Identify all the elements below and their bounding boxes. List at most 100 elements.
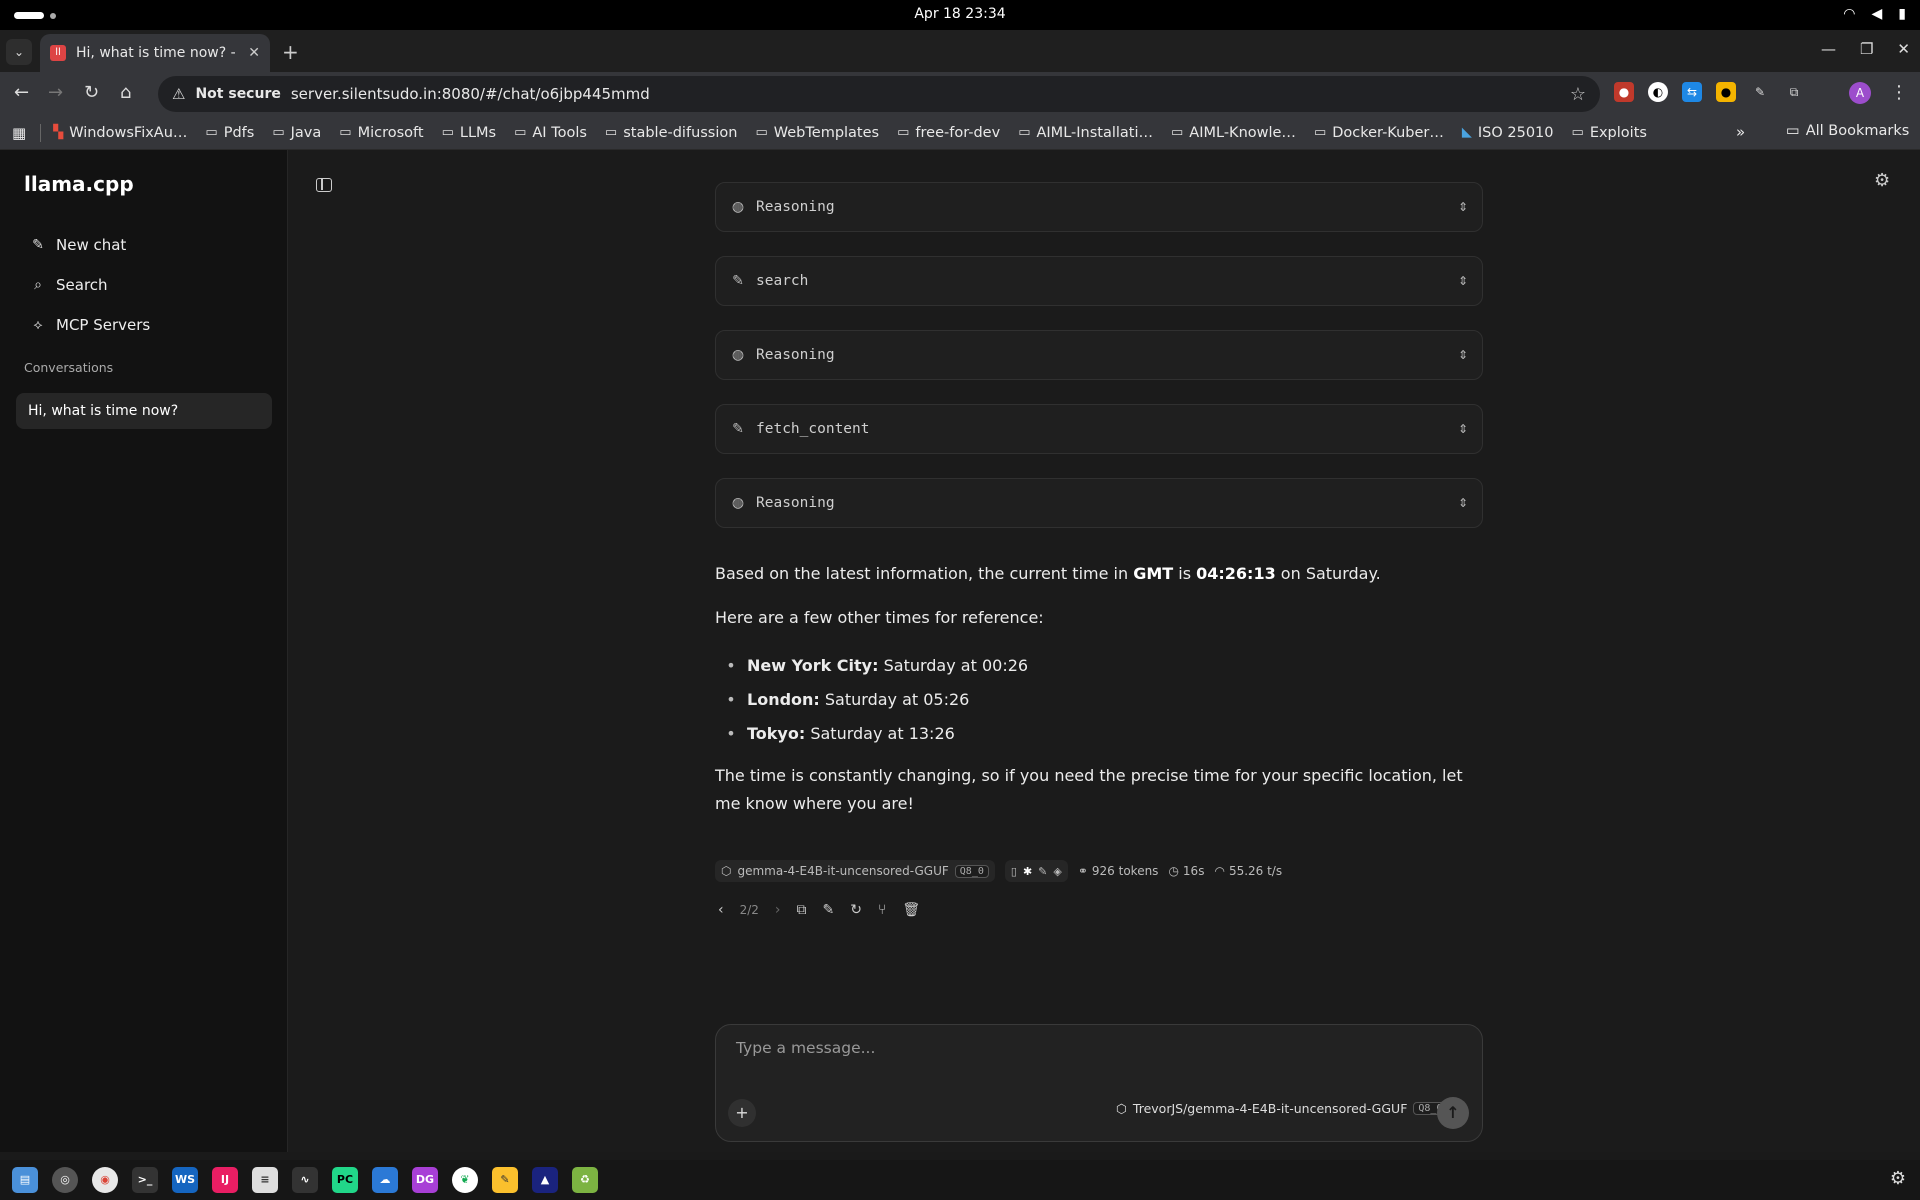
bookmark-item[interactable]: ▭ Java [272, 125, 321, 141]
close-tab-icon[interactable]: ✕ [248, 45, 260, 61]
bookmark-item[interactable]: ▭ Exploits [1572, 125, 1647, 141]
apps-grid-icon[interactable]: ▦ [12, 124, 26, 142]
nav-search[interactable]: ⌕ Search [30, 274, 270, 296]
folder-icon: ▭ [755, 125, 768, 140]
webstorm-app-icon[interactable]: WS [172, 1167, 198, 1193]
answer-text: on Saturday. [1275, 564, 1381, 583]
bookmark-item[interactable]: ▭ AIML-Knowle… [1171, 125, 1296, 141]
folder-icon: ▭ [1313, 125, 1327, 140]
bookmark-item[interactable]: ▭ Pdfs [205, 125, 254, 141]
chrome-app-icon[interactable]: ◉ [92, 1167, 118, 1193]
back-icon[interactable]: ← [14, 82, 29, 103]
pycharm-app-icon[interactable]: PC [332, 1167, 358, 1193]
puzzle-icon[interactable]: ⧉ [1784, 82, 1804, 102]
trash-icon[interactable]: 🗑 [902, 902, 920, 918]
regenerate-icon[interactable]: ↻ [850, 902, 862, 918]
nav-mcp-servers[interactable]: ⟡ MCP Servers [30, 314, 270, 336]
tab-search-button[interactable]: ⌄ [6, 39, 32, 65]
conversation-item[interactable]: Hi, what is time now? [16, 393, 272, 429]
show-apps-icon[interactable]: ⚙ [1890, 1168, 1906, 1189]
intellij-app-icon[interactable]: IJ [212, 1167, 238, 1193]
tool-call-block[interactable]: ✎ fetch_content ⇕ [715, 404, 1483, 454]
datagrip-app-icon[interactable]: DG [412, 1167, 438, 1193]
sidebar: llama.cpp ✎ New chat ⌕ Search ⟡ MCP Serv… [0, 150, 288, 1152]
attach-button[interactable]: + [728, 1099, 756, 1127]
bookmark-item[interactable]: ▭ free-for-dev [897, 125, 1000, 141]
system-tray[interactable]: ◠ ◀ ▮ [1843, 6, 1906, 22]
send-button[interactable]: ↑ [1437, 1097, 1469, 1129]
cloud-app-icon[interactable]: ☁ [372, 1167, 398, 1193]
more-bookmarks-button[interactable]: » [1736, 123, 1745, 141]
bookmark-item[interactable]: ▭ Docker-Kuber… [1314, 125, 1444, 141]
all-bookmarks-button[interactable]: ▭ All Bookmarks [1786, 123, 1909, 139]
menu-icon[interactable]: ⋮ [1890, 82, 1908, 103]
terminal-app-icon[interactable]: >_ [132, 1167, 158, 1193]
edit-icon[interactable]: ✎ [823, 902, 835, 918]
bookmark-star-icon[interactable]: ☆ [1570, 84, 1586, 105]
url-text[interactable]: server.silentsudo.in:8080/#/chat/o6jbp44… [291, 85, 650, 103]
branch-icon[interactable]: ⑂ [878, 902, 886, 918]
chevron-expand-icon: ⇕ [1457, 348, 1468, 362]
notes-app-icon[interactable]: ✎ [492, 1167, 518, 1193]
profile-avatar[interactable]: A [1849, 82, 1871, 104]
bookmark-item[interactable]: ◣ ISO 25010 [1462, 125, 1554, 141]
bookmark-item[interactable]: ▭ stable-difussion [605, 125, 738, 141]
clock[interactable]: Apr 18 23:34 [0, 6, 1920, 22]
home-icon[interactable]: ⌂ [120, 82, 131, 103]
tool-call-block[interactable]: ✎ search ⇕ [715, 256, 1483, 306]
new-tab-button[interactable]: + [282, 40, 299, 64]
reasoning-block[interactable]: ◍ Reasoning ⇕ [715, 478, 1483, 528]
files-app-icon[interactable]: ▤ [12, 1167, 38, 1193]
extension-icon[interactable]: ● [1614, 82, 1634, 102]
volume-icon: ◀ [1871, 6, 1883, 22]
reasoning-block[interactable]: ◍ Reasoning ⇕ [715, 330, 1483, 380]
maximize-icon[interactable]: ❐ [1860, 40, 1873, 58]
wifi-icon: ◠ [1843, 6, 1856, 22]
answer-bold: GMT [1133, 564, 1174, 583]
app-brand[interactable]: llama.cpp [24, 172, 134, 196]
time-list: • New York City: Saturday at 00:26 • Lon… [715, 648, 1495, 750]
calc-app-icon[interactable]: ≡ [252, 1167, 278, 1193]
modalities-chip[interactable]: ▯ ✱ ✎ ◈ [1004, 860, 1068, 882]
bookmark-item[interactable]: ▭ WebTemplates [755, 125, 879, 141]
forward-icon[interactable]: → [48, 82, 63, 103]
bookmark-item[interactable]: ▚ WindowsFixAu… [53, 125, 187, 141]
bookmark-item[interactable]: ▭ AIML-Installati… [1018, 125, 1153, 141]
nav-new-chat[interactable]: ✎ New chat [30, 234, 270, 256]
copy-icon[interactable]: ⧉ [797, 902, 807, 918]
settings-app-icon[interactable]: ◎ [52, 1167, 78, 1193]
browser-tab[interactable]: ll Hi, what is time now? - lla ✕ [40, 34, 270, 72]
arch-app-icon[interactable]: ▲ [532, 1167, 558, 1193]
extension-icon[interactable]: ● [1716, 82, 1736, 102]
clock-icon: ◷ [1168, 864, 1179, 878]
reload-icon[interactable]: ↻ [84, 82, 99, 103]
eyedropper-icon[interactable]: ✎ [1750, 82, 1770, 102]
warning-icon[interactable]: ⚠ [172, 85, 185, 103]
list-item-label: Tokyo: [747, 723, 806, 743]
message-input[interactable]: Type a message... [736, 1039, 875, 1057]
model-selector[interactable]: ⬡ TrevorJS/gemma-4-E4B-it-uncensored-GGU… [1116, 1101, 1448, 1116]
close-window-icon[interactable]: ✕ [1897, 40, 1910, 58]
model-chip[interactable]: ⬡ gemma-4-E4B-it-uncensored-GGUF Q8_0 [715, 860, 995, 882]
chevron-left-icon[interactable]: ‹ [718, 902, 724, 918]
system-monitor-app-icon[interactable]: ∿ [292, 1167, 318, 1193]
list-item-label: London: [747, 689, 820, 709]
address-bar[interactable]: ⚠ Not secure server.silentsudo.in:8080/#… [158, 76, 1600, 112]
security-label[interactable]: Not secure [195, 86, 280, 102]
bookmark-item[interactable]: ▭ AI Tools [514, 125, 587, 141]
minimize-icon[interactable]: — [1821, 40, 1836, 58]
trash-app-icon[interactable]: ♻ [572, 1167, 598, 1193]
folder-icon: ▭ [272, 125, 285, 140]
chevron-right-icon[interactable]: › [775, 902, 781, 918]
extension-icon[interactable]: ⇆ [1682, 82, 1702, 102]
bookmark-item[interactable]: ▭ LLMs [442, 125, 497, 141]
reasoning-block[interactable]: ◍ Reasoning ⇕ [715, 182, 1483, 232]
all-bookmarks-label: All Bookmarks [1805, 123, 1910, 139]
extension-icon[interactable]: ◐ [1648, 82, 1668, 102]
mongodb-app-icon[interactable]: ❦ [452, 1167, 478, 1193]
chevron-expand-icon: ⇕ [1457, 496, 1468, 510]
selected-model: TrevorJS/gemma-4-E4B-it-uncensored-GGUF [1132, 1101, 1408, 1116]
sidebar-toggle-icon[interactable] [316, 178, 332, 192]
bookmark-item[interactable]: ▭ Microsoft [339, 125, 423, 141]
settings-gear-icon[interactable]: ⚙ [1874, 170, 1890, 191]
